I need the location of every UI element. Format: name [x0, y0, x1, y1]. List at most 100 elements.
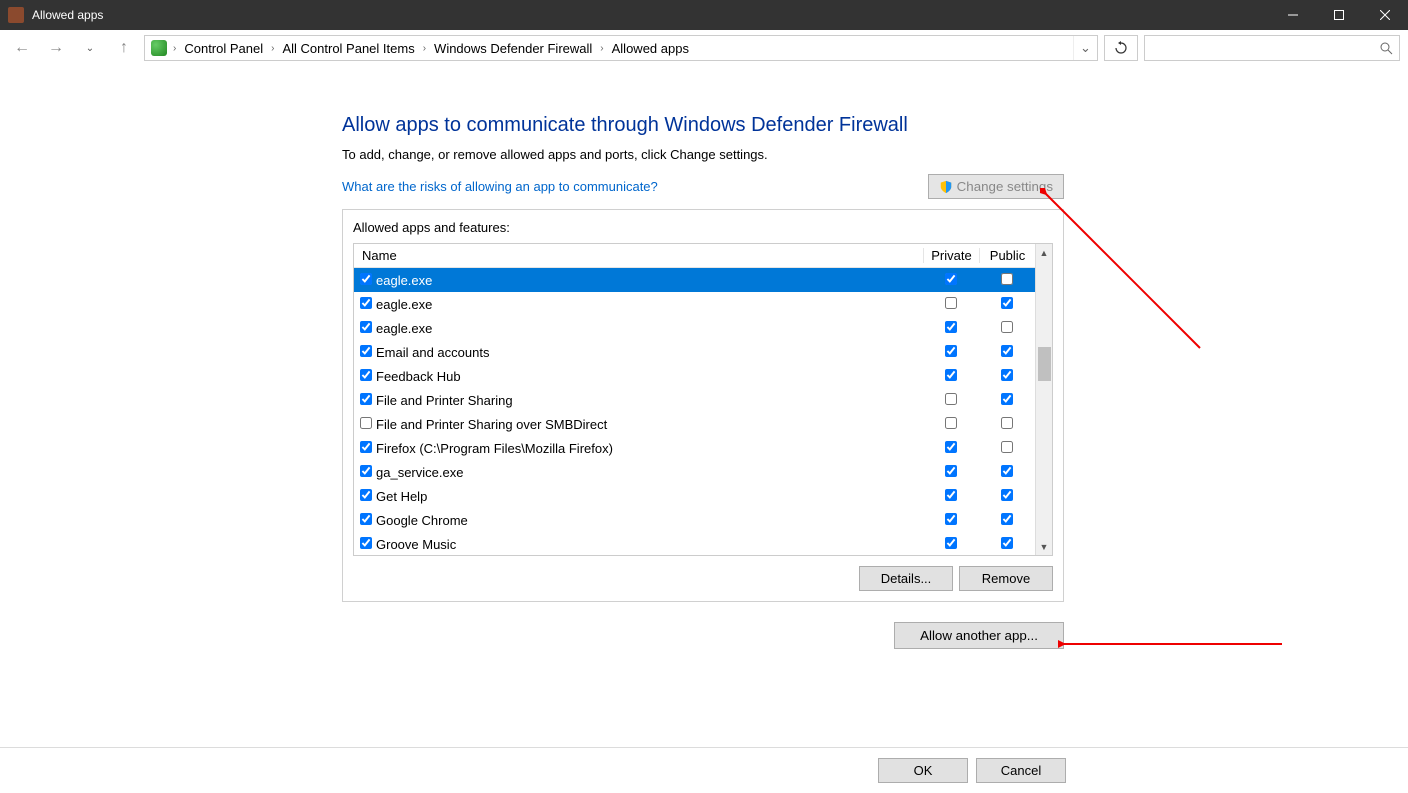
private-checkbox[interactable]: [945, 417, 957, 429]
private-checkbox[interactable]: [945, 489, 957, 501]
chevron-right-icon: ›: [600, 43, 603, 54]
public-checkbox[interactable]: [1001, 393, 1013, 405]
enable-checkbox[interactable]: [360, 417, 372, 429]
app-name: Feedback Hub: [376, 369, 923, 384]
column-public[interactable]: Public: [979, 248, 1035, 263]
private-checkbox[interactable]: [945, 345, 957, 357]
private-checkbox[interactable]: [945, 369, 957, 381]
enable-checkbox[interactable]: [360, 537, 372, 549]
main-content: Allow apps to communicate through Window…: [342, 114, 1064, 649]
table-row[interactable]: Groove Music: [354, 532, 1035, 555]
public-checkbox[interactable]: [1001, 369, 1013, 381]
address-bar[interactable]: › Control Panel › All Control Panel Item…: [144, 35, 1098, 61]
table-row[interactable]: Get Help: [354, 484, 1035, 508]
table-row[interactable]: Google Chrome: [354, 508, 1035, 532]
app-name: File and Printer Sharing over SMBDirect: [376, 417, 923, 432]
app-name: eagle.exe: [376, 297, 923, 312]
table-row[interactable]: File and Printer Sharing: [354, 388, 1035, 412]
enable-checkbox[interactable]: [360, 441, 372, 453]
private-checkbox[interactable]: [945, 273, 957, 285]
chevron-right-icon: ›: [271, 43, 274, 54]
enable-checkbox[interactable]: [360, 393, 372, 405]
scrollbar[interactable]: ▲ ▼: [1035, 244, 1052, 555]
enable-checkbox[interactable]: [360, 513, 372, 525]
enable-checkbox[interactable]: [360, 345, 372, 357]
private-checkbox[interactable]: [945, 513, 957, 525]
change-settings-button[interactable]: Change settings: [928, 174, 1064, 199]
scroll-down-icon[interactable]: ▼: [1036, 538, 1052, 555]
recent-button[interactable]: ⌄: [76, 35, 104, 61]
app-name: ga_service.exe: [376, 465, 923, 480]
scroll-thumb[interactable]: [1038, 347, 1051, 381]
private-checkbox[interactable]: [945, 441, 957, 453]
ok-button[interactable]: OK: [878, 758, 968, 783]
scroll-up-icon[interactable]: ▲: [1036, 244, 1052, 261]
app-name: eagle.exe: [376, 273, 923, 288]
page-subtitle: To add, change, or remove allowed apps a…: [342, 147, 1064, 162]
private-checkbox[interactable]: [945, 537, 957, 549]
address-dropdown[interactable]: ⌄: [1073, 36, 1097, 60]
public-checkbox[interactable]: [1001, 297, 1013, 309]
public-checkbox[interactable]: [1001, 537, 1013, 549]
column-private[interactable]: Private: [923, 248, 979, 263]
annotation-arrow: [1040, 188, 1210, 358]
minimize-button[interactable]: [1270, 0, 1316, 30]
breadcrumb-item[interactable]: Windows Defender Firewall: [432, 41, 594, 56]
app-icon: [8, 7, 24, 23]
table-row[interactable]: eagle.exe: [354, 292, 1035, 316]
breadcrumb-item[interactable]: Control Panel: [182, 41, 265, 56]
dialog-footer: OK Cancel: [0, 747, 1408, 793]
maximize-button[interactable]: [1316, 0, 1362, 30]
search-input[interactable]: [1144, 35, 1400, 61]
enable-checkbox[interactable]: [360, 321, 372, 333]
group-label: Allowed apps and features:: [353, 220, 1053, 235]
refresh-button[interactable]: [1104, 35, 1138, 61]
public-checkbox[interactable]: [1001, 465, 1013, 477]
remove-button[interactable]: Remove: [959, 566, 1053, 591]
up-button[interactable]: ↑: [110, 35, 138, 61]
table-row[interactable]: eagle.exe: [354, 316, 1035, 340]
private-checkbox[interactable]: [945, 321, 957, 333]
forward-button[interactable]: →: [42, 35, 70, 61]
cancel-button[interactable]: Cancel: [976, 758, 1066, 783]
minimize-icon: [1288, 10, 1298, 20]
search-icon: [1379, 41, 1393, 55]
private-checkbox[interactable]: [945, 393, 957, 405]
public-checkbox[interactable]: [1001, 273, 1013, 285]
back-button[interactable]: ←: [8, 35, 36, 61]
maximize-icon: [1334, 10, 1344, 20]
private-checkbox[interactable]: [945, 297, 957, 309]
allowed-apps-list: Name Private Public eagle.exe eagle.exe ea…: [353, 243, 1053, 556]
public-checkbox[interactable]: [1001, 489, 1013, 501]
breadcrumb-item[interactable]: Allowed apps: [610, 41, 691, 56]
table-row[interactable]: File and Printer Sharing over SMBDirect: [354, 412, 1035, 436]
enable-checkbox[interactable]: [360, 465, 372, 477]
app-name: Firefox (C:\Program Files\Mozilla Firefo…: [376, 441, 923, 456]
public-checkbox[interactable]: [1001, 345, 1013, 357]
public-checkbox[interactable]: [1001, 513, 1013, 525]
allow-another-app-button[interactable]: Allow another app...: [894, 622, 1064, 649]
table-row[interactable]: Email and accounts: [354, 340, 1035, 364]
change-settings-label: Change settings: [957, 179, 1053, 194]
public-checkbox[interactable]: [1001, 441, 1013, 453]
control-panel-icon: [151, 40, 167, 56]
enable-checkbox[interactable]: [360, 297, 372, 309]
details-button[interactable]: Details...: [859, 566, 953, 591]
enable-checkbox[interactable]: [360, 489, 372, 501]
table-row[interactable]: ga_service.exe: [354, 460, 1035, 484]
table-row[interactable]: Feedback Hub: [354, 364, 1035, 388]
table-row[interactable]: Firefox (C:\Program Files\Mozilla Firefo…: [354, 436, 1035, 460]
column-name[interactable]: Name: [354, 248, 923, 263]
private-checkbox[interactable]: [945, 465, 957, 477]
breadcrumb-item[interactable]: All Control Panel Items: [280, 41, 416, 56]
risks-link[interactable]: What are the risks of allowing an app to…: [342, 179, 658, 194]
close-button[interactable]: [1362, 0, 1408, 30]
table-row[interactable]: eagle.exe: [354, 268, 1035, 292]
public-checkbox[interactable]: [1001, 417, 1013, 429]
chevron-right-icon: ›: [173, 43, 176, 54]
enable-checkbox[interactable]: [360, 273, 372, 285]
allowed-apps-group: Allowed apps and features: Name Private …: [342, 209, 1064, 602]
public-checkbox[interactable]: [1001, 321, 1013, 333]
window-title: Allowed apps: [32, 8, 1270, 22]
enable-checkbox[interactable]: [360, 369, 372, 381]
